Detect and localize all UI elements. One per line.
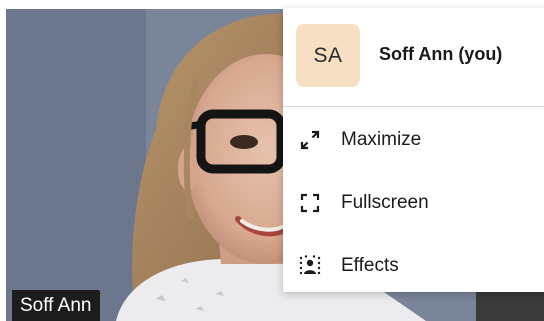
avatar: SA bbox=[296, 24, 360, 87]
participant-context-menu: SA Soff Ann (you) Maximize Fullscreen Ef… bbox=[283, 8, 544, 292]
effects-icon bbox=[296, 252, 324, 280]
effects-label: Effects bbox=[341, 255, 399, 276]
effects-menu-item[interactable]: Effects bbox=[283, 238, 544, 294]
participant-name-tag: Soff Ann bbox=[12, 290, 100, 321]
maximize-menu-item[interactable]: Maximize bbox=[283, 112, 544, 168]
fullscreen-icon bbox=[296, 189, 324, 217]
meeting-stage: Soff Ann SA Soff Ann (you) Maximize Full… bbox=[0, 0, 544, 321]
menu-header: SA Soff Ann (you) bbox=[283, 8, 544, 107]
fullscreen-menu-item[interactable]: Fullscreen bbox=[283, 175, 544, 231]
user-name: Soff Ann (you) bbox=[379, 44, 503, 64]
fullscreen-label: Fullscreen bbox=[341, 192, 429, 213]
maximize-icon bbox=[296, 126, 324, 154]
maximize-label: Maximize bbox=[341, 129, 422, 150]
